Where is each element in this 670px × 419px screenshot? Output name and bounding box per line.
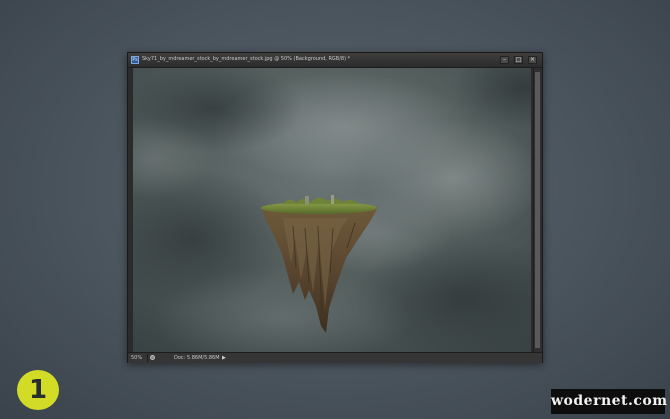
maximize-button[interactable]: □ (514, 56, 523, 64)
photoshop-document-icon: Ps (131, 56, 139, 64)
floating-island-photo (133, 68, 531, 352)
status-divider (147, 354, 148, 362)
image-canvas[interactable] (133, 68, 531, 352)
zoom-level[interactable]: 50% (131, 354, 142, 362)
status-info-icon[interactable] (150, 355, 155, 360)
scrollbar-thumb[interactable] (535, 72, 540, 348)
site-watermark: wodernet.com (551, 389, 667, 414)
step-number-badge: 1 (17, 370, 59, 410)
vertical-scrollbar[interactable] (533, 68, 542, 352)
document-title: Sky71_by_mdreamer_stock_by_mdreamer_stoc… (142, 56, 351, 62)
minimize-button[interactable]: – (500, 56, 509, 64)
document-window: Ps Sky71_by_mdreamer_stock_by_mdreamer_s… (127, 52, 543, 363)
document-titlebar[interactable]: Ps Sky71_by_mdreamer_stock_by_mdreamer_s… (128, 53, 542, 68)
status-menu-arrow-icon[interactable]: ▶ (222, 354, 226, 362)
document-size: Doc: 5.86M/5.86M (174, 355, 220, 361)
status-bar: 50% Doc: 5.86M/5.86M ▶ (128, 352, 542, 363)
close-button[interactable]: × (528, 56, 537, 64)
